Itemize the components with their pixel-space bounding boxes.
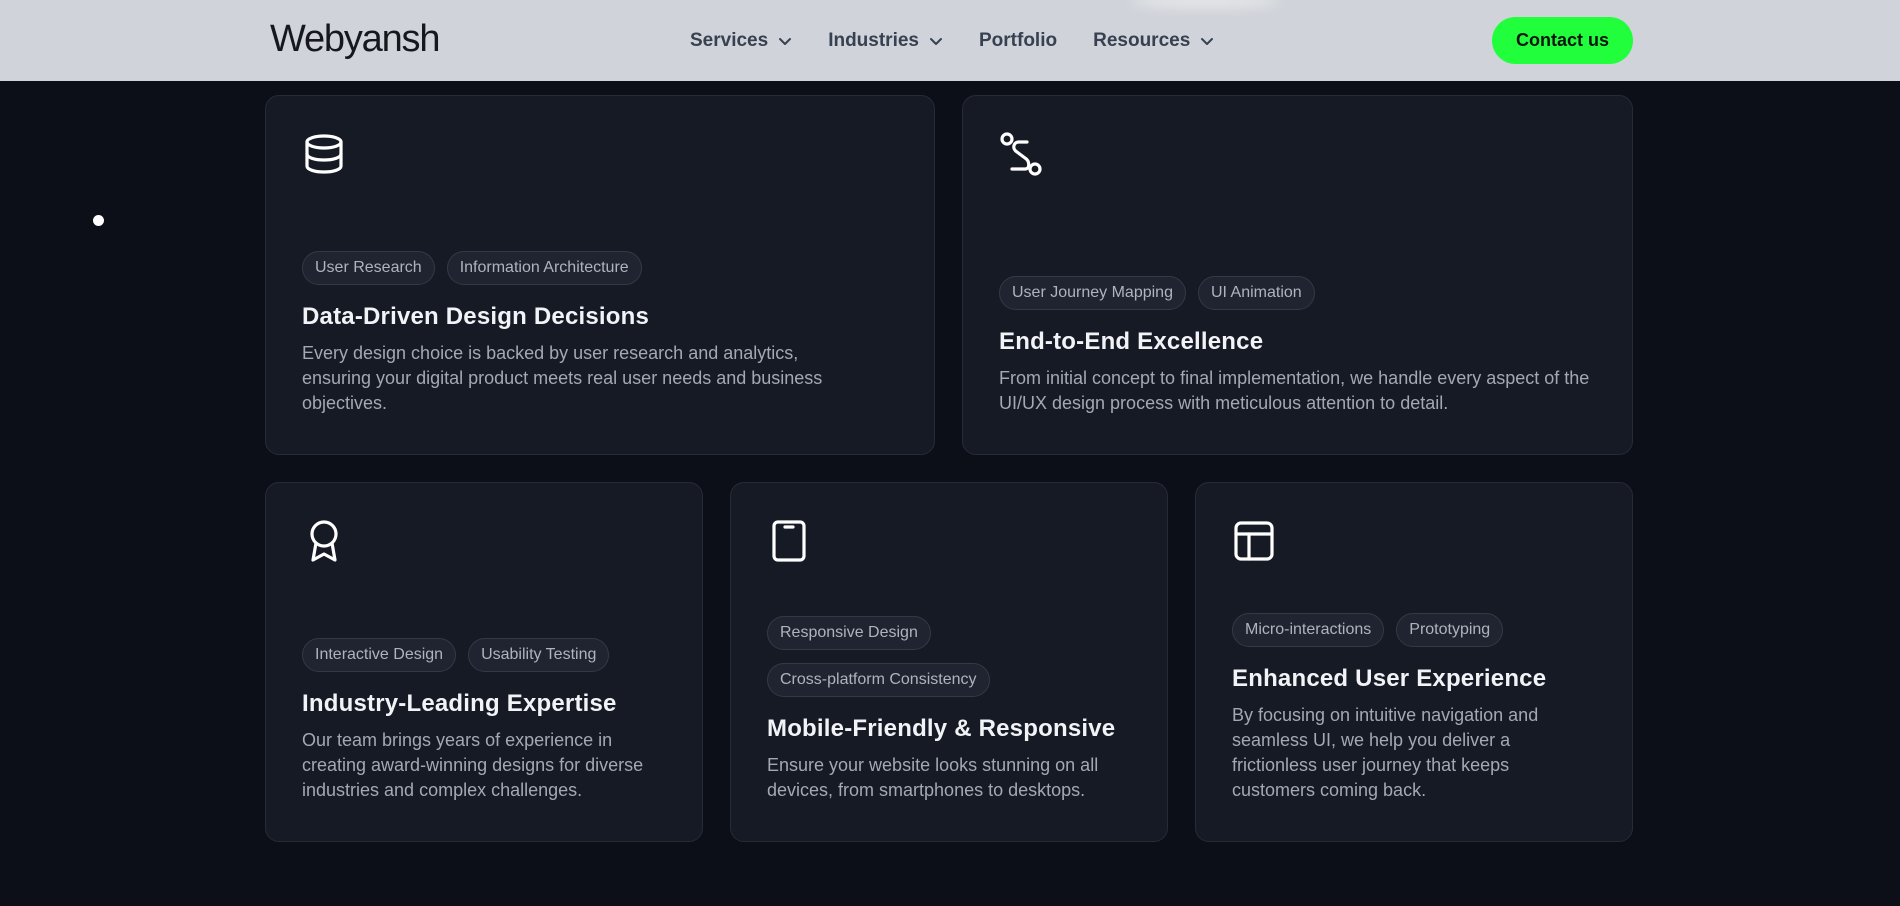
tag: Information Architecture	[446, 251, 642, 285]
nav-item-label: Portfolio	[979, 29, 1058, 51]
nav-item-portfolio[interactable]: Portfolio	[979, 30, 1057, 52]
tag: UI Animation	[1197, 276, 1315, 310]
chevron-down-icon	[778, 34, 792, 48]
logo[interactable]: Webyansh	[270, 18, 440, 61]
feature-card-industry-leading: Interactive Design Usability Testing Ind…	[265, 482, 703, 842]
tag: Responsive Design	[767, 616, 931, 650]
feature-card-end-to-end: User Journey Mapping UI Animation End-to…	[962, 95, 1633, 455]
layout-icon	[1232, 519, 1276, 563]
tag: Usability Testing	[468, 638, 610, 672]
card-content: Responsive Design Cross-platform Consist…	[767, 616, 1131, 803]
card-description: From initial concept to final implementa…	[999, 368, 1590, 413]
tag-list: Micro-interactions Prototyping	[1232, 613, 1596, 647]
card-title: End-to-End Excellence	[999, 328, 1264, 355]
contact-us-button[interactable]: Contact us	[1492, 17, 1633, 64]
nav-item-label: Services	[690, 29, 769, 51]
card-content: Interactive Design Usability Testing Ind…	[302, 638, 666, 803]
nav-item-services[interactable]: Services	[690, 30, 792, 52]
card-description: Ensure your website looks stunning on al…	[767, 755, 1099, 800]
nav-item-resources[interactable]: Resources	[1093, 30, 1214, 52]
chevron-down-icon	[929, 34, 943, 48]
card-title: Mobile-Friendly & Responsive	[767, 715, 1116, 742]
tag-list: Responsive Design Cross-platform Consist…	[767, 616, 1131, 697]
nav-item-label: Resources	[1093, 29, 1191, 51]
cursor-dot	[93, 215, 104, 226]
card-content: User Research Information Architecture D…	[302, 251, 898, 416]
tag: User Journey Mapping	[999, 276, 1186, 310]
tag: User Research	[302, 251, 435, 285]
card-content: User Journey Mapping UI Animation End-to…	[999, 276, 1596, 416]
card-description: By focusing on intuitive navigation and …	[1232, 705, 1539, 800]
card-title: Industry-Leading Expertise	[302, 690, 617, 717]
feature-card-enhanced-ux: Micro-interactions Prototyping Enhanced …	[1195, 482, 1633, 842]
nav-item-label: Industries	[828, 29, 919, 51]
tag-list: User Journey Mapping UI Animation	[999, 276, 1596, 310]
card-title: Data-Driven Design Decisions	[302, 303, 650, 330]
card-content: Micro-interactions Prototyping Enhanced …	[1232, 613, 1596, 803]
tag: Cross-platform Consistency	[767, 663, 990, 697]
award-icon	[302, 519, 346, 563]
tag: Micro-interactions	[1232, 613, 1385, 647]
tag: Prototyping	[1396, 613, 1504, 647]
database-icon	[302, 132, 346, 176]
chevron-down-icon	[1200, 34, 1214, 48]
top-navbar: Webyansh Services Industries Portfolio R…	[0, 0, 1900, 81]
tablet-icon	[767, 519, 811, 563]
card-description: Every design choice is backed by user re…	[302, 343, 823, 413]
feature-card-mobile-friendly: Responsive Design Cross-platform Consist…	[730, 482, 1168, 842]
tag: Interactive Design	[302, 638, 457, 672]
nav-links: Services Industries Portfolio Resources	[690, 0, 1250, 81]
nav-item-industries[interactable]: Industries	[828, 30, 943, 52]
tag-list: Interactive Design Usability Testing	[302, 638, 666, 672]
feature-card-data-driven: User Research Information Architecture D…	[265, 95, 935, 455]
card-title: Enhanced User Experience	[1232, 665, 1547, 692]
card-description: Our team brings years of experience in c…	[302, 730, 644, 800]
tag-list: User Research Information Architecture	[302, 251, 898, 285]
route-icon	[999, 132, 1043, 176]
